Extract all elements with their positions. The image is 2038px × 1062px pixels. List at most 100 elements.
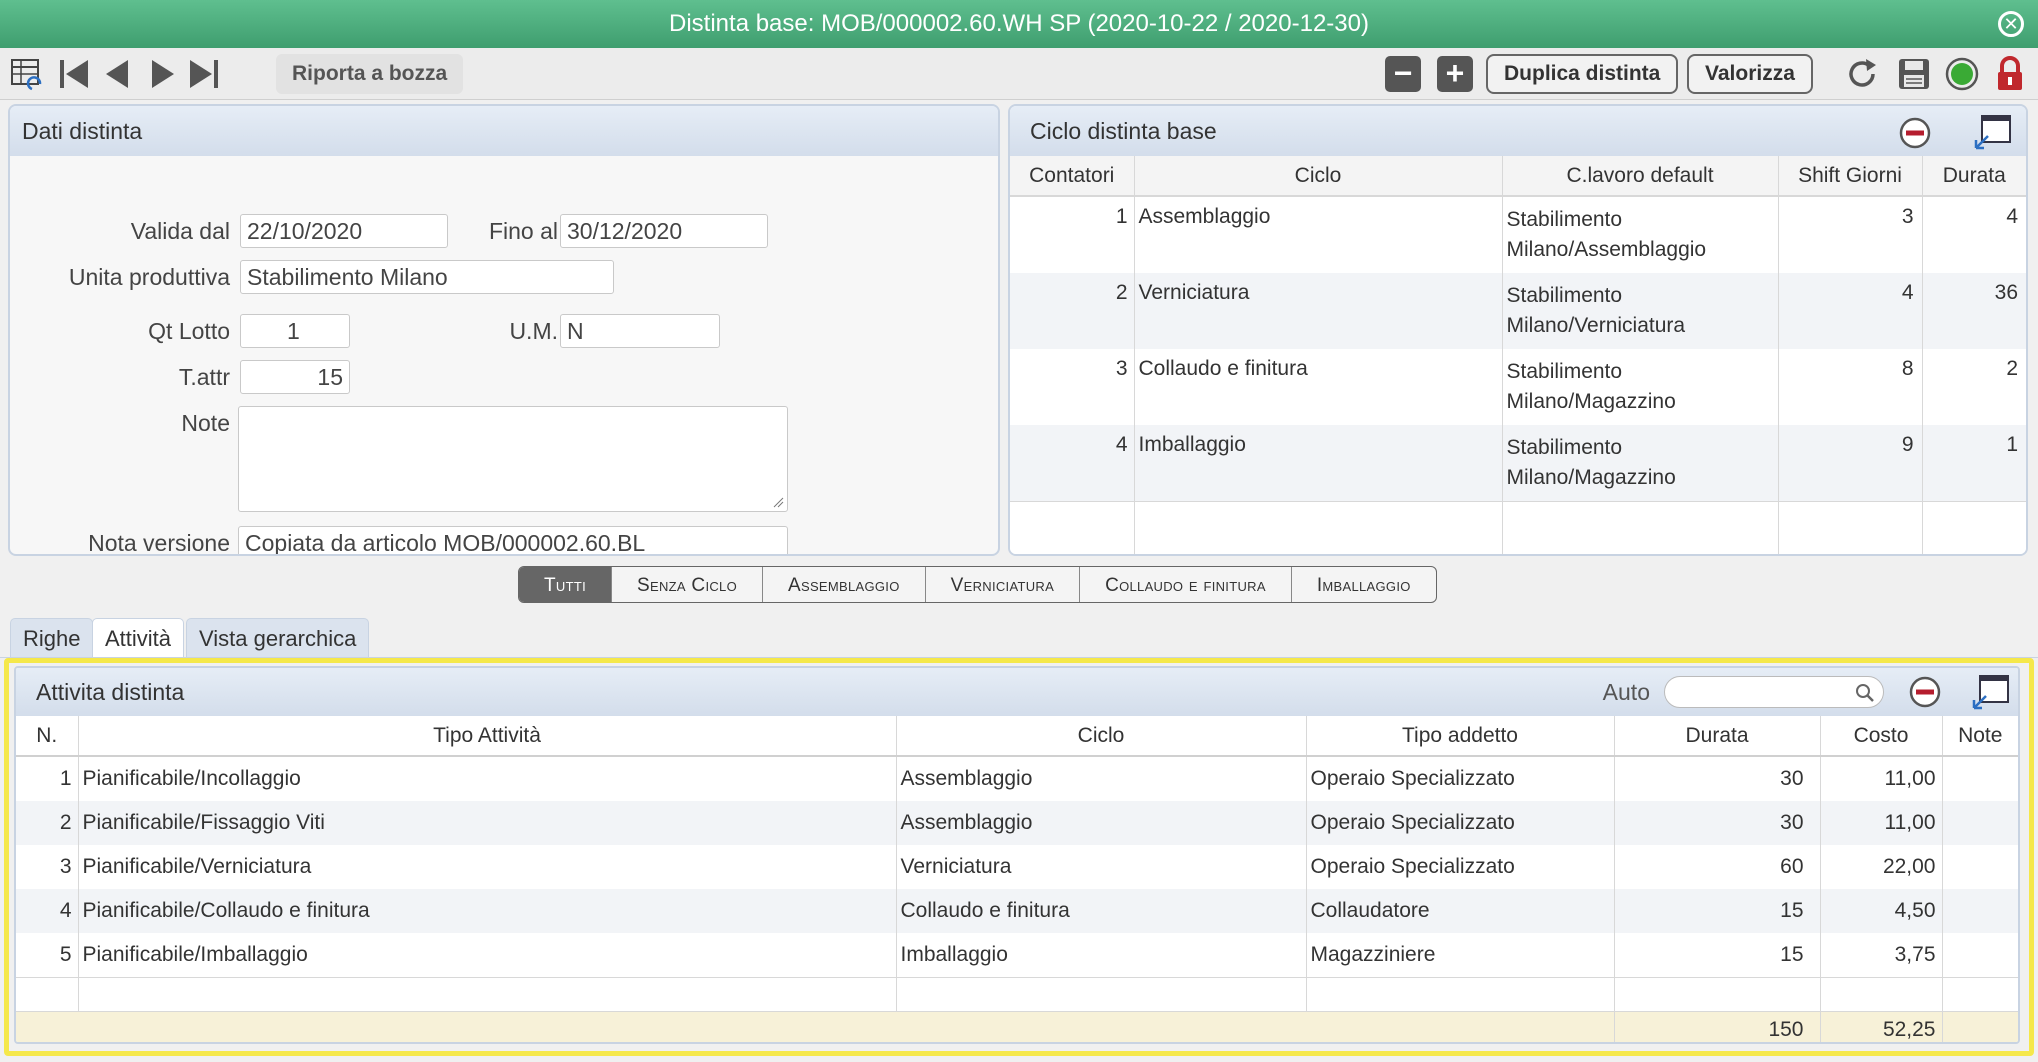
valid-to-field[interactable]: 30/12/2020 [560, 214, 768, 248]
next-record-icon[interactable] [144, 56, 180, 92]
cell-n: 4 [1010, 425, 1135, 502]
remove-button[interactable]: − [1385, 56, 1421, 92]
c-lavoro-line2: Milano/Verniciatura [1506, 314, 1686, 337]
cell-durata: 1 [2006, 433, 2018, 456]
add-button[interactable]: + [1437, 56, 1473, 92]
cell-note [1942, 889, 2018, 933]
activities-table: N. Tipo Attività Ciclo Tipo addetto Dura… [16, 716, 2018, 1042]
col-durata[interactable]: Durata [1922, 156, 2026, 196]
tattr-field[interactable]: 15 [240, 360, 350, 394]
col-c-lavoro[interactable]: C.lavoro default [1502, 156, 1779, 196]
cell-ciclo: Imballaggio [896, 933, 1307, 978]
valid-from-label: Valida dal [130, 218, 230, 244]
filter-verniciatura[interactable]: Verniciatura [926, 567, 1081, 602]
cell-ciclo: Assemblaggio [896, 756, 1307, 801]
valid-to-label: Fino al [488, 218, 558, 244]
note-label: Note [181, 410, 230, 436]
col-durata[interactable]: Durata [1614, 716, 1821, 756]
title-bar: Distinta base: MOB/000002.60.WH SP (2020… [0, 0, 2038, 48]
col-ciclo[interactable]: Ciclo [896, 716, 1307, 756]
col-tipo-attivita[interactable]: Tipo Attività [78, 716, 897, 756]
table-row[interactable]: 3 Pianificabile/Verniciatura Verniciatur… [16, 845, 2018, 889]
col-contatori[interactable]: Contatori [1010, 156, 1135, 196]
activities-panel: Attivita distinta Auto N. Tipo Attività … [14, 666, 2020, 1044]
c-lavoro-line2: Milano/Magazzino [1506, 466, 1676, 489]
search-icon[interactable] [1855, 683, 1875, 703]
expand-window-icon[interactable] [1972, 674, 2010, 710]
duplicate-bom-button[interactable]: Duplica distinta [1486, 54, 1679, 94]
save-icon[interactable] [1896, 56, 1932, 92]
filter-all[interactable]: Tutti [519, 567, 612, 602]
cell-c-lavoro: Stabilimento Milano/Magazzino [1502, 349, 1779, 425]
cell-c-lavoro: Stabilimento Milano/Assemblaggio [1502, 196, 1779, 273]
note-textarea[interactable] [238, 406, 788, 512]
table-row[interactable]: 5 Pianificabile/Imballaggio Imballaggio … [16, 933, 2018, 978]
tab-righe[interactable]: Righe [10, 618, 94, 658]
col-ciclo[interactable]: Ciclo [1134, 156, 1503, 196]
col-shift[interactable]: Shift Giorni [1778, 156, 1923, 196]
table-row[interactable]: 2 Verniciatura Stabilimento Milano/Vernic… [1010, 273, 2026, 349]
uom-field[interactable]: N [560, 314, 720, 348]
cell-note [1942, 756, 2018, 801]
bom-window: Distinta base: MOB/000002.60.WH SP (2020… [0, 0, 2038, 1062]
resize-grip-icon[interactable] [772, 496, 784, 508]
last-record-icon[interactable] [186, 56, 222, 92]
col-n[interactable]: N. [16, 716, 79, 756]
production-unit-label: Unita produttiva [68, 264, 230, 290]
version-note-text: Copiata da articolo MOB/000002.60.BL [245, 530, 646, 556]
previous-record-icon[interactable] [100, 56, 136, 92]
cell-costo: 11,00 [1820, 756, 1943, 801]
cell-n: 3 [16, 845, 79, 889]
bom-cycle-title: Ciclo distinta base [1030, 118, 1217, 144]
cell-shift: 4 [1778, 273, 1923, 349]
cell-durata: 36 [1994, 281, 2018, 304]
tab-attivita[interactable]: Attività [92, 618, 185, 658]
empty-row[interactable] [16, 977, 2018, 1012]
filter-collaudo[interactable]: Collaudo e finitura [1080, 567, 1292, 602]
remove-row-icon[interactable] [1908, 675, 1942, 709]
table-row[interactable]: 2 Pianificabile/Fissaggio Viti Assemblag… [16, 801, 2018, 845]
production-unit-field[interactable]: Stabilimento Milano [240, 260, 614, 294]
cycle-filter-bar: Tutti Senza Ciclo Assemblaggio Verniciat… [518, 566, 1437, 603]
tab-vista-gerarchica[interactable]: Vista gerarchica [186, 618, 370, 658]
table-row[interactable]: 3 Collaudo e finitura Stabilimento Milano… [1010, 349, 2026, 425]
lot-qty-field[interactable]: 1 [240, 314, 350, 348]
col-costo[interactable]: Costo [1820, 716, 1943, 756]
expand-window-icon[interactable] [1974, 114, 2012, 150]
total-costo: 52,25 [1820, 1011, 1943, 1042]
table-refresh-icon[interactable] [10, 56, 46, 92]
revert-to-draft-button[interactable]: Riporta a bozza [276, 54, 464, 94]
valorize-button[interactable]: Valorizza [1687, 54, 1813, 94]
search-input[interactable] [1664, 676, 1884, 708]
valid-from-field[interactable]: 22/10/2020 [240, 214, 448, 248]
activities-header: Attivita distinta Auto [16, 668, 2018, 716]
close-icon[interactable]: ✕ [1998, 11, 2024, 37]
c-lavoro-line1: Stabilimento [1506, 436, 1623, 459]
toolbar: Riporta a bozza − + Duplica distinta Val… [0, 48, 2038, 100]
first-record-icon[interactable] [56, 56, 92, 92]
table-row[interactable]: 1 Pianificabile/Incollaggio Assemblaggio… [16, 756, 2018, 801]
remove-row-icon[interactable] [1898, 116, 1932, 150]
col-note[interactable]: Note [1942, 716, 2018, 756]
filter-assemblaggio[interactable]: Assemblaggio [763, 567, 926, 602]
filter-imballaggio[interactable]: Imballaggio [1292, 567, 1436, 602]
table-row[interactable]: 1 Assemblaggio Stabilimento Milano/Assemb… [1010, 196, 2026, 273]
cell-costo: 11,00 [1820, 801, 1943, 845]
refresh-icon[interactable] [1844, 56, 1880, 92]
status-ok-icon [1945, 57, 1979, 91]
cell-n: 5 [16, 933, 79, 978]
cell-durata: 30 [1614, 801, 1821, 845]
cell-n: 3 [1010, 349, 1135, 425]
empty-row[interactable] [1010, 501, 2026, 554]
filter-no-cycle[interactable]: Senza Ciclo [612, 567, 763, 602]
lock-icon[interactable] [1992, 56, 2028, 92]
c-lavoro-line2: Milano/Magazzino [1506, 390, 1676, 413]
col-tipo-addetto[interactable]: Tipo addetto [1306, 716, 1615, 756]
table-row[interactable]: 4 Pianificabile/Collaudo e finitura Coll… [16, 889, 2018, 933]
version-note-textarea[interactable]: Copiata da articolo MOB/000002.60.BL [238, 526, 788, 556]
activities-header-row: N. Tipo Attività Ciclo Tipo addetto Dura… [16, 716, 2018, 756]
cell-costo: 3,75 [1820, 933, 1943, 978]
cell-addetto: Magazziniere [1306, 933, 1615, 978]
bom-cycle-header: Ciclo distinta base [1010, 106, 2026, 156]
table-row[interactable]: 4 Imballaggio Stabilimento Milano/Magazzi… [1010, 425, 2026, 502]
